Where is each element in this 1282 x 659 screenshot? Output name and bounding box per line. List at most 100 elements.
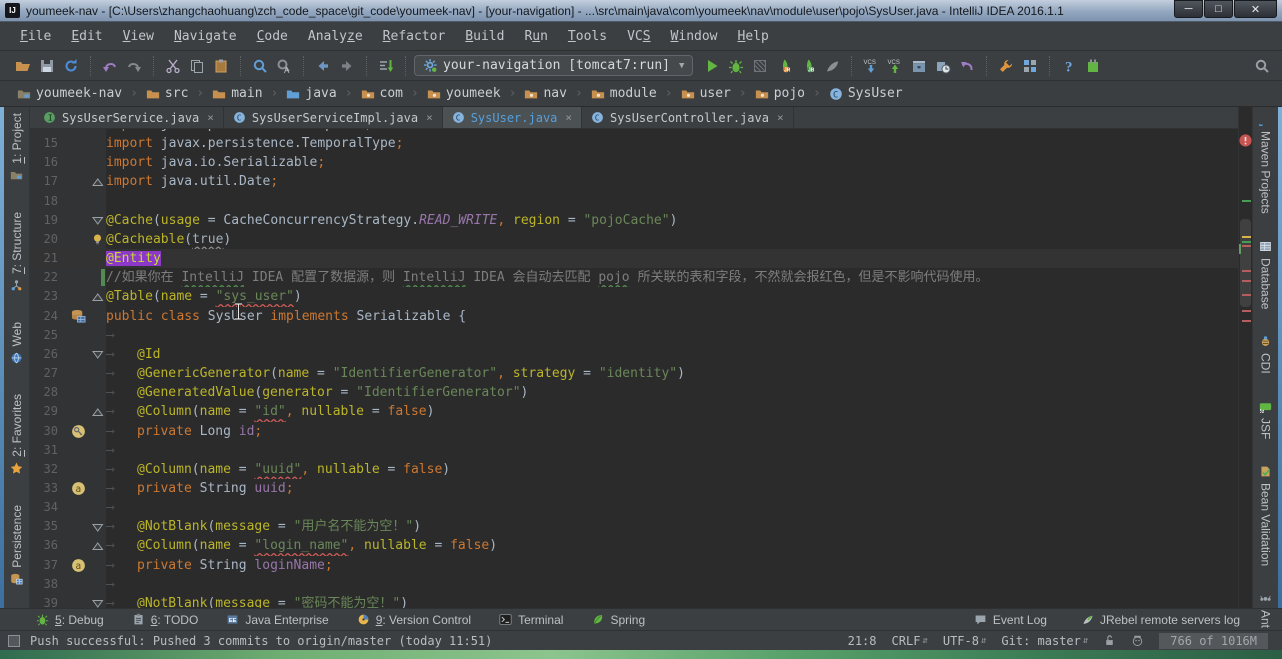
fold-marker-end-icon[interactable] [91,405,104,419]
local-history-button[interactable] [931,56,955,76]
toolwindow-button-5-debug[interactable]: 5: Debug [36,613,104,627]
fold-marker-open-icon[interactable] [91,213,104,227]
toolwindow-button-ant[interactable]: Ant [1259,592,1273,628]
save-all-button[interactable] [35,56,59,76]
breadcrumb-sysuser[interactable]: CSysUser [824,86,908,101]
code-editor[interactable]: 14import javax.persistence.Temporal;15im… [30,129,1238,608]
toolwindow-button-terminal[interactable]: Terminal [499,613,563,627]
fold-marker-end-icon[interactable] [91,290,104,304]
gutter-icon-cell[interactable] [68,307,88,326]
breadcrumb-com[interactable]: com [356,86,408,101]
breadcrumb-src[interactable]: src [141,86,193,101]
back-button[interactable] [311,56,335,76]
status-crlf[interactable]: CRLF⇵ [892,634,928,648]
errors-found-icon[interactable] [1238,133,1253,152]
jrebel-run-button[interactable]: JR [772,56,796,76]
close-tab-icon[interactable]: × [426,111,433,124]
menu-help[interactable]: Help [728,26,779,47]
stripe-mark[interactable] [1242,294,1251,296]
toolwindow-button-7-structure[interactable]: 7: Structure [10,212,24,292]
stripe-mark[interactable] [1242,270,1251,272]
copy-button[interactable] [185,56,209,76]
redo-button[interactable] [122,56,146,76]
fold-marker-open-icon[interactable] [91,596,104,608]
stripe-mark[interactable] [1242,241,1251,243]
breadcrumb-user[interactable]: user [676,86,736,101]
stripe-mark[interactable] [1242,200,1251,202]
toolwindow-button-spring[interactable]: Spring [591,613,645,627]
menu-run[interactable]: Run [514,26,557,47]
vcs-update-button[interactable]: VCS [859,56,883,76]
breadcrumb-youmeek-nav[interactable]: youmeek-nav [12,86,127,101]
breadcrumb-pojo[interactable]: pojo [750,86,810,101]
menu-window[interactable]: Window [661,26,728,47]
stripe-mark[interactable] [1242,245,1251,247]
breadcrumb-module[interactable]: module [586,86,662,101]
gutter-icon-cell[interactable] [68,422,88,441]
status-hector[interactable] [1131,634,1144,647]
tab-sysusercontroller-java[interactable]: CSysUserController.java× [582,107,794,128]
undo-button[interactable] [98,56,122,76]
fold-marker-end-icon[interactable] [91,539,104,553]
stripe-mark[interactable] [1242,280,1251,282]
toolwindow-toggle-icon[interactable] [8,635,20,647]
jrebel-offline-button[interactable] [820,56,844,76]
toolwindow-button-web[interactable]: Web [10,322,24,364]
stripe-mark[interactable] [1242,310,1251,312]
maximize-button[interactable]: □ [1204,0,1233,18]
tab-sysuserserviceimpl-java[interactable]: CSysUserServiceImpl.java× [224,107,443,128]
breadcrumb-youmeek[interactable]: youmeek [422,86,506,101]
breadcrumb-nav[interactable]: nav [519,86,571,101]
project-structure-button[interactable] [1018,56,1042,76]
cut-button[interactable] [161,56,185,76]
gutter-icon-cell[interactable]: a [68,556,88,575]
toolwindow-button-bean-validation[interactable]: Bean Validation [1259,465,1273,566]
menu-tools[interactable]: Tools [558,26,617,47]
find-in-path-button[interactable]: A [272,56,296,76]
status-21-8[interactable]: 21:8 [848,634,877,648]
menu-build[interactable]: Build [455,26,514,47]
jrebel-debug-button[interactable]: JB [796,56,820,76]
minimize-button[interactable]: ─ [1174,0,1203,18]
synchronize-button[interactable] [59,56,83,76]
toolwindow-button-jsf[interactable]: JSFJSF [1259,400,1273,439]
toolwindow-button-2-favorites[interactable]: 2: Favorites [10,394,24,475]
plugin-button[interactable] [1081,56,1105,76]
toolwindow-button-persistence[interactable]: Persistence [10,505,24,586]
run-with-coverage-button[interactable] [748,56,772,76]
close-tab-icon[interactable]: × [777,111,784,124]
vcs-commit-button[interactable]: VCS [883,56,907,76]
status-766-of-1016m[interactable]: 766 of 1016M [1159,633,1268,649]
shelve-button[interactable] [907,56,931,76]
status-utf-8[interactable]: UTF-8⇵ [943,634,987,648]
settings-button[interactable] [994,56,1018,76]
toolwindow-button-jrebel-remote-servers-log[interactable]: JRebel remote servers log [1081,613,1240,627]
menu-view[interactable]: View [113,26,164,47]
breadcrumb-java[interactable]: java [281,86,341,101]
error-stripe-scrollbar[interactable] [1238,107,1252,608]
open-project-button[interactable] [11,56,35,76]
toolwindow-button-1-project[interactable]: 1: Project [10,113,24,182]
toolwindow-button-java-enterprise[interactable]: EEJava Enterprise [226,613,328,627]
menu-refactor[interactable]: Refactor [373,26,456,47]
sort-lines-button[interactable] [374,56,398,76]
breadcrumb-main[interactable]: main [207,86,267,101]
close-tab-icon[interactable]: × [207,111,214,124]
stripe-mark[interactable] [1242,320,1251,322]
close-tab-icon[interactable]: × [565,111,572,124]
run-configuration-select[interactable]: your-navigation [tomcat7:run]▼ [414,55,693,76]
help-button[interactable]: ? [1057,56,1081,76]
toolwindow-button-event-log[interactable]: Event Log [974,613,1047,627]
menu-code[interactable]: Code [247,26,298,47]
toolwindow-button-cdi[interactable]: CDI [1259,335,1273,374]
toolwindow-button-maven-projects[interactable]: mMaven Projects [1259,113,1273,214]
find-button[interactable] [248,56,272,76]
status-unlock[interactable] [1103,634,1116,647]
search-everywhere-button[interactable] [1250,56,1274,76]
rollback-button[interactable] [955,56,979,76]
gutter-icon-cell[interactable]: a [68,479,88,498]
run-button[interactable] [700,56,724,76]
menu-vcs[interactable]: VCS [617,26,660,47]
tab-sysuser-java[interactable]: CSysUser.java× [443,107,582,128]
fold-marker-end-icon[interactable] [91,175,104,189]
